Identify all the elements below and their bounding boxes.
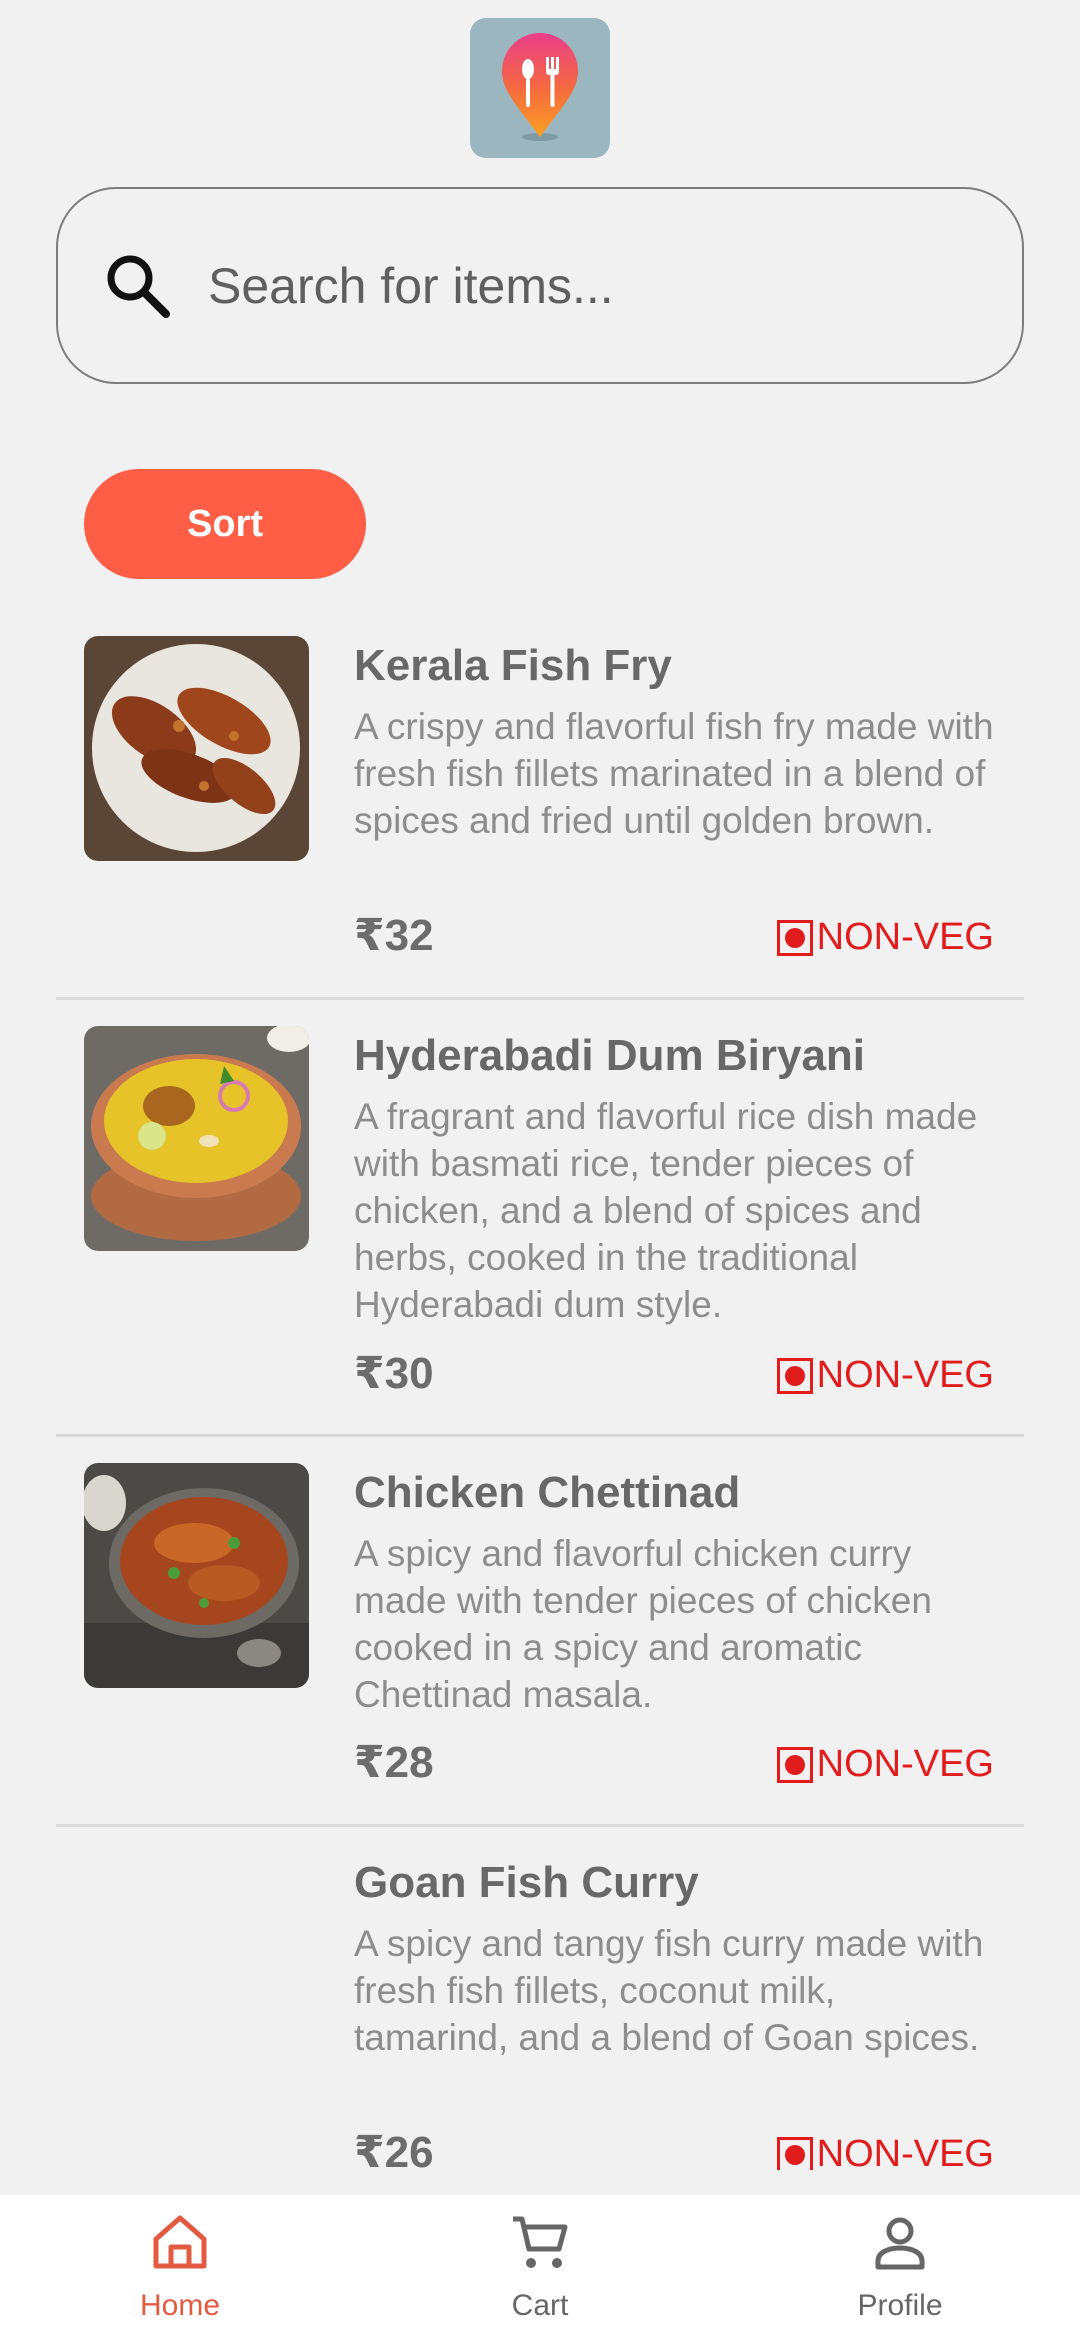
menu-item-kerala-fish-fry[interactable]: Kerala Fish Fry A crispy and flavorful f…: [0, 610, 1080, 1000]
item-description: A crispy and flavorful fish fry made wit…: [354, 705, 994, 841]
nav-profile-label: Profile: [857, 2289, 943, 2322]
menu-item-chicken-chettinad[interactable]: Chicken Chettinad A spicy and flavorful …: [0, 1437, 1080, 1827]
non-veg-icon: [776, 2136, 813, 2170]
search-icon: [98, 246, 178, 326]
sort-button[interactable]: Sort: [84, 469, 366, 579]
app-logo: [470, 18, 610, 158]
food-image: [84, 1026, 309, 1251]
item-details: Kerala Fish Fry A crispy and flavorful f…: [354, 640, 994, 844]
item-name: Hyderabadi Dum Biryani: [354, 1031, 866, 1080]
non-veg-badge: NON-VEG: [776, 1354, 994, 1397]
nav-cart[interactable]: Cart: [360, 2195, 720, 2333]
item-price: ₹32: [354, 911, 434, 960]
badge-label: NON-VEG: [816, 1354, 994, 1396]
nav-cart-label: Cart: [511, 2289, 569, 2322]
search-input[interactable]: [208, 256, 1022, 315]
item-details: Hyderabadi Dum Biryani A fragrant and fl…: [354, 1030, 994, 1328]
cart-icon: [513, 2216, 568, 2268]
item-description: A spicy and tangy fish curry made with f…: [354, 1922, 984, 2058]
menu-item-goan-fish-curry[interactable]: Goan Fish Curry A spicy and tangy fish c…: [0, 1827, 1080, 2170]
nav-home-label: Home: [139, 2289, 221, 2322]
home-icon: [153, 2215, 207, 2269]
item-name: Kerala Fish Fry: [354, 641, 672, 690]
badge-label: NON-VEG: [816, 2133, 994, 2170]
menu-list[interactable]: Kerala Fish Fry A crispy and flavorful f…: [0, 610, 1080, 2170]
item-details: Chicken Chettinad A spicy and flavorful …: [354, 1467, 994, 1718]
profile-icon: [875, 2217, 925, 2270]
item-price: ₹26: [354, 2128, 434, 2170]
location-fork-spoon-icon: [502, 33, 578, 141]
non-veg-badge: NON-VEG: [776, 1743, 994, 1786]
item-description: A fragrant and flavorful rice dish made …: [354, 1095, 978, 1325]
food-image: [84, 1463, 309, 1688]
item-name: Goan Fish Curry: [354, 1858, 699, 1907]
search-bar[interactable]: [56, 187, 1024, 384]
bottom-navigation: Home Cart Profile: [0, 2195, 1080, 2333]
badge-label: NON-VEG: [816, 916, 994, 958]
item-name: Chicken Chettinad: [354, 1468, 741, 1517]
item-price: ₹30: [354, 1349, 434, 1398]
food-image: [84, 636, 309, 861]
menu-item-hyderabadi-dum-biryani[interactable]: Hyderabadi Dum Biryani A fragrant and fl…: [0, 1000, 1080, 1437]
food-image: [84, 1853, 309, 2078]
item-details: Goan Fish Curry A spicy and tangy fish c…: [354, 1857, 994, 2061]
item-description: A spicy and flavorful chicken curry made…: [354, 1532, 932, 1715]
home-screen: Sort Kerala Fish Fry A crisp: [0, 0, 1080, 2333]
non-veg-badge: NON-VEG: [776, 916, 994, 959]
non-veg-badge: NON-VEG: [776, 2133, 994, 2170]
badge-label: NON-VEG: [816, 1743, 994, 1785]
item-price: ₹28: [354, 1738, 434, 1787]
nav-home[interactable]: Home: [0, 2195, 360, 2333]
non-veg-icon: [776, 1357, 813, 1394]
non-veg-icon: [776, 1746, 813, 1783]
nav-profile[interactable]: Profile: [720, 2195, 1080, 2333]
non-veg-icon: [776, 919, 813, 956]
